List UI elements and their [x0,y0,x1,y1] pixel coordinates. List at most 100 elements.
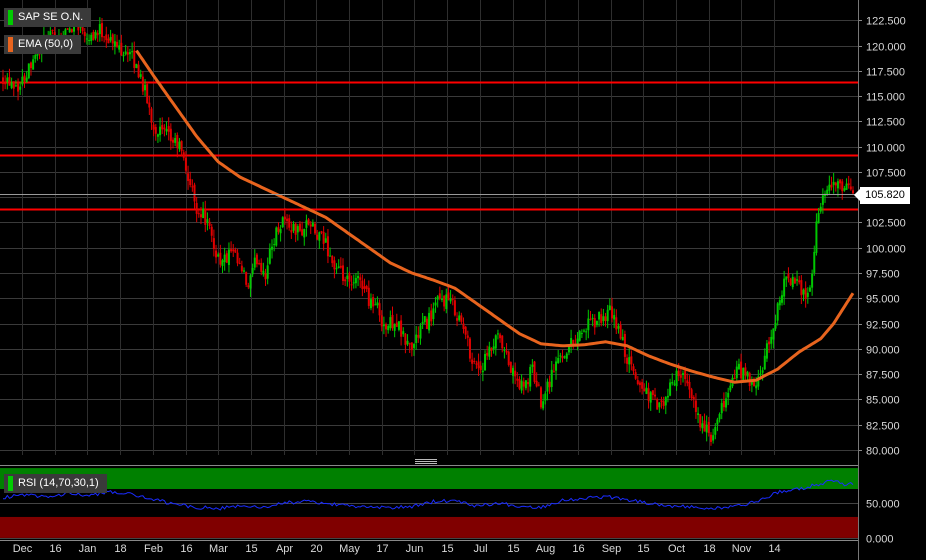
candle-body [703,420,706,432]
candle-body [197,213,200,215]
candle-body [550,369,553,387]
candle-body [126,52,129,55]
candle-body [432,308,435,320]
candle-body [387,325,390,331]
candle-body [260,262,263,272]
chart-window: 80.000 82.500 85.000 87.500 90.000 92.500 95.0… [0,0,926,560]
candle-body [195,202,198,214]
ema-legend[interactable]: EMA (50,0) [4,35,82,54]
candle-body [544,393,547,401]
candle-body [808,287,811,292]
candle [275,226,278,247]
candle-body [262,270,265,275]
candle-body [537,384,540,386]
candle-body [677,370,680,376]
ema-legend-label: EMA (50,0) [18,38,74,50]
candle-body [675,370,678,387]
candle-body [533,361,536,382]
candle-body [800,280,803,296]
candle-body [692,397,695,400]
candle-body [486,352,489,356]
candle-body [438,293,441,299]
candle-body [124,51,127,55]
candle-body [475,363,478,365]
candle-body [395,322,398,327]
candle-body [6,77,9,82]
time-tick-label: 16 [49,543,61,555]
candle-body [365,285,368,290]
candle-body [712,435,715,441]
candle-body [811,273,814,288]
candle-body [27,63,30,79]
price-tick-label: 120.000 [866,42,906,54]
candle [146,82,149,105]
candle-body [428,312,431,331]
candle-body [845,183,848,190]
candle-body [649,392,652,403]
candle-body [135,63,138,69]
candle-body [494,335,497,349]
rsi-legend[interactable]: RSI (14,70,30,1) [4,474,107,493]
candle-body [593,318,596,328]
candle-body [255,254,258,265]
time-tick-label: Oct [668,543,685,555]
price-tick-label: 100.000 [866,244,906,256]
candle-body [307,219,310,225]
candle-body [159,126,162,136]
candle-body [839,179,842,184]
candle-body [492,346,495,350]
candle-body [735,366,738,379]
candle-body [23,75,26,81]
candle-body [189,178,192,186]
price-tick-label: 122.500 [866,16,906,28]
candle-body [393,324,396,331]
price-tick-label: 97.500 [866,269,900,281]
candle-body [361,280,364,290]
candle-body [131,51,134,53]
candle-body [617,326,620,329]
candle-body [561,356,564,359]
candle-body [458,315,461,321]
candle-body [14,85,17,87]
candle-body [314,223,317,234]
candle-body [128,52,131,55]
candle [509,361,512,374]
candle-body [357,275,360,279]
candle-body [548,381,551,388]
time-tick-label: Apr [276,543,293,555]
candle-body [191,186,194,188]
candle-body [462,323,465,329]
candle-body [440,298,443,300]
panel-resize-handle[interactable] [415,458,437,465]
candle-body [602,316,605,322]
ema-color-swatch [8,37,13,52]
candle-body [707,421,710,434]
price-tick-label: 85.000 [866,395,900,407]
time-tick-label: Feb [144,543,163,555]
candle-body [673,383,676,385]
candle [507,350,510,367]
time-tick-label: 15 [245,543,257,555]
candle-body [219,252,222,265]
candle-body [342,265,344,281]
symbol-legend[interactable]: SAP SE O.N. [4,8,92,27]
candle-body [744,367,747,376]
rsi-tick-label: 50.000 [866,499,900,511]
candle-body [376,302,379,306]
candle-body [309,224,312,227]
candle-body [669,382,672,396]
candle-body [178,141,181,150]
candle-body [701,423,704,429]
candle-body [8,77,11,86]
candle-body [520,380,523,391]
candle-body [10,82,13,88]
candle-body [352,282,355,284]
candle-body [51,29,54,31]
candle-body [331,255,334,264]
candle-body [98,24,101,35]
price-tick-label: 115.000 [866,92,905,104]
candle-body [481,370,484,373]
candle-body [503,349,506,351]
candle-body [671,382,674,384]
candle-body [326,236,329,257]
